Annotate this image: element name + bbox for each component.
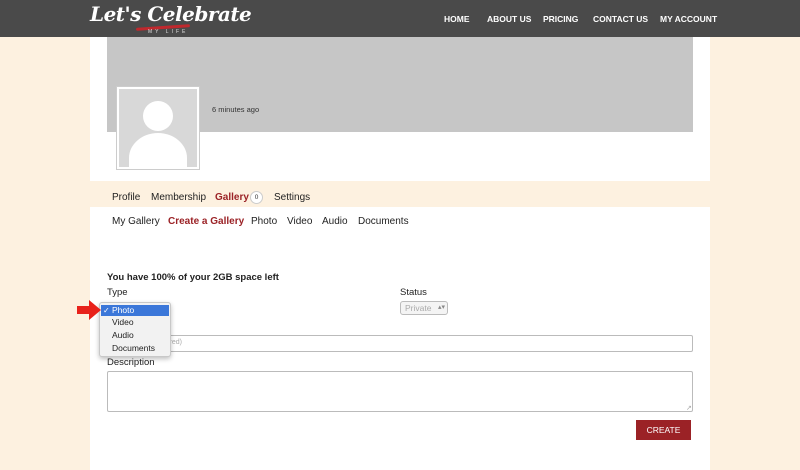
- subtab-audio[interactable]: Audio: [322, 216, 348, 227]
- type-option-audio[interactable]: Audio: [101, 330, 169, 341]
- logo-subtext: MY LIFE: [148, 29, 189, 35]
- subtab-photo[interactable]: Photo: [251, 216, 277, 227]
- profile-timestamp: 6 minutes ago: [212, 105, 260, 114]
- subtab-video[interactable]: Video: [287, 216, 312, 227]
- subtab-create-gallery[interactable]: Create a Gallery: [168, 216, 244, 227]
- description-textarea[interactable]: [107, 371, 693, 412]
- storage-space-note: You have 100% of your 2GB space left: [107, 272, 279, 283]
- subtab-documents[interactable]: Documents: [358, 216, 409, 227]
- logo-text: Let's Celebrate: [90, 2, 252, 26]
- gallery-count-badge: 0: [250, 191, 263, 204]
- status-select-value: Private: [405, 303, 432, 313]
- type-option-video[interactable]: Video: [101, 317, 169, 328]
- status-label: Status: [400, 287, 427, 298]
- gallery-name-input[interactable]: [107, 335, 693, 352]
- create-button[interactable]: CREATE: [636, 420, 691, 440]
- nav-about-us[interactable]: ABOUT US: [487, 14, 531, 24]
- resize-handle-icon[interactable]: ↗: [686, 404, 692, 412]
- nav-pricing[interactable]: PRICING: [543, 14, 578, 24]
- red-arrow-icon: [77, 300, 101, 320]
- type-label: Type: [107, 287, 128, 298]
- type-option-documents[interactable]: Documents: [101, 343, 169, 354]
- nav-home[interactable]: HOME: [444, 14, 470, 24]
- type-option-photo[interactable]: ✓ Photo: [101, 305, 169, 316]
- subtab-my-gallery[interactable]: My Gallery: [112, 216, 160, 227]
- tab-settings[interactable]: Settings: [274, 192, 310, 203]
- description-label: Description: [107, 357, 155, 368]
- tab-membership[interactable]: Membership: [151, 192, 206, 203]
- status-select[interactable]: Private ▴▾: [400, 301, 448, 315]
- select-arrows-icon: ▴▾: [437, 304, 445, 311]
- type-option-label: Photo: [112, 305, 135, 315]
- top-navigation-bar: Let's Celebrate MY LIFE HOME ABOUT US PR…: [0, 0, 800, 37]
- checkmark-icon: ✓: [103, 306, 110, 315]
- type-dropdown[interactable]: ✓ Photo Video Audio Documents: [99, 302, 171, 357]
- nav-my-account[interactable]: MY ACCOUNT: [660, 14, 717, 24]
- nav-contact-us[interactable]: CONTACT US: [593, 14, 648, 24]
- tab-gallery[interactable]: Gallery: [215, 192, 249, 203]
- default-avatar-icon: [119, 89, 197, 167]
- site-logo[interactable]: Let's Celebrate MY LIFE: [90, 2, 252, 36]
- tab-profile[interactable]: Profile: [112, 192, 140, 203]
- avatar[interactable]: [116, 86, 200, 170]
